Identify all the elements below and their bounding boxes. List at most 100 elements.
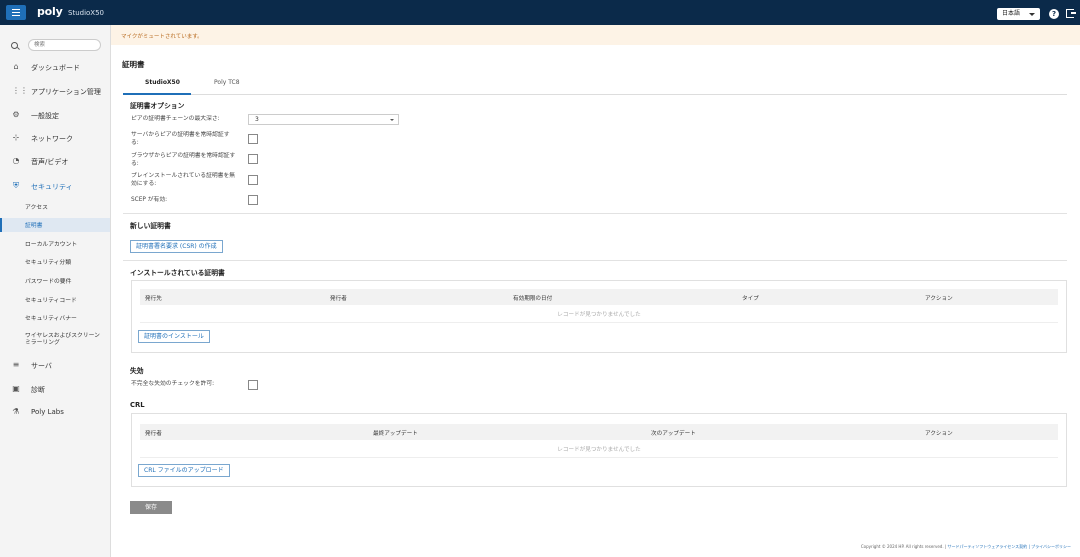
language-select[interactable]: 日本語 <box>997 8 1040 20</box>
incomplete-revocation-label: 不完全な失効のチェックを許可: <box>131 381 215 387</box>
revocation-title: 失効 <box>130 367 144 375</box>
disable-preinstalled-checkbox[interactable] <box>248 175 258 185</box>
gear-icon: ⚙ <box>12 110 20 119</box>
new-cert-title: 新しい証明書 <box>130 222 171 230</box>
column-header: アクション <box>925 431 953 437</box>
device-tabs: StudioX50 Poly TC8 <box>123 72 1067 95</box>
section-divider <box>123 260 1067 261</box>
grid-icon: ⋮⋮ <box>12 86 28 95</box>
search-box <box>6 38 102 52</box>
column-header: 有効期限の日付 <box>513 296 553 302</box>
server-verify-label: サーバからピアの証明書を常時認証する: <box>131 132 230 146</box>
sidebar-subitem-wireless-mirroring[interactable]: ワイヤレスおよびスクリーン ミラーリング <box>0 329 110 351</box>
column-header: 最終アップデート <box>373 431 418 437</box>
column-header: 発行者 <box>145 431 162 437</box>
save-button[interactable]: 保存 <box>130 501 172 514</box>
create-csr-button[interactable]: 証明書署名要求 (CSR) の作成 <box>130 240 223 253</box>
sidebar-subitem-security-banner[interactable]: セキュリティバナー <box>0 311 110 325</box>
sidebar-subitem-security-classification[interactable]: セキュリティ分類 <box>0 255 110 269</box>
home-icon: ⌂ <box>13 62 19 71</box>
crl-table-header: 発行者 最終アップデート 次のアップデート アクション <box>140 424 1058 440</box>
sidebar-item-app-management[interactable]: ⋮⋮ アプリケーション管理 <box>0 82 110 100</box>
sidebar-item-label: 音声/ビデオ <box>31 158 69 166</box>
sidebar-item-general-settings[interactable]: ⚙ 一般設定 <box>0 106 110 124</box>
active-tab-indicator <box>123 93 191 95</box>
installed-certs-table-header: 発行先 発行者 有効期限の日付 タイプ アクション <box>140 289 1058 305</box>
crl-title: CRL <box>130 401 145 409</box>
browser-verify-checkbox[interactable] <box>248 154 258 164</box>
subitem-label: ローカルアカウント <box>25 242 78 248</box>
server-verify-checkbox[interactable] <box>248 134 258 144</box>
sidebar-item-network[interactable]: ⊹ ネットワーク <box>0 129 110 147</box>
search-icon <box>11 42 18 49</box>
poly-logo: poly <box>37 5 63 18</box>
video-icon: ◔ <box>12 156 20 165</box>
search-input[interactable] <box>28 39 101 51</box>
mute-notice-banner: マイクがミュートされています。 <box>111 25 1080 45</box>
shield-icon: ⛨ <box>13 181 19 190</box>
subitem-label: セキュリティコード <box>25 298 77 304</box>
incomplete-revocation-checkbox[interactable] <box>248 380 258 390</box>
chain-depth-label: ピアの証明書チェーンの最大深さ: <box>131 116 220 122</box>
empty-message: レコードが見つかりませんでした <box>557 447 641 453</box>
subitem-label: セキュリティバナー <box>25 316 77 322</box>
tab-poly-tc8[interactable]: Poly TC8 <box>214 79 240 86</box>
install-cert-button[interactable]: 証明書のインストール <box>138 330 210 343</box>
subitem-label: セキュリティ分類 <box>25 260 72 266</box>
section-divider <box>123 213 1067 214</box>
column-header: 発行者 <box>330 296 347 302</box>
preinstalled-label: プレインストールされている証明書を無効にする: <box>131 173 236 187</box>
browser-verify-label: ブラウザからピアの証明書を常時認証する: <box>131 153 236 167</box>
flask-icon: ⚗ <box>12 407 20 416</box>
sidebar-item-label: 一般設定 <box>31 112 59 120</box>
subitem-label: 証明書 <box>25 223 43 229</box>
main-content: マイクがミュートされています。 証明書 StudioX50 Poly TC8 証… <box>111 25 1080 557</box>
sidebar-subitem-password-requirements[interactable]: パスワードの要件 <box>0 274 110 288</box>
footer-links[interactable]: サードパーティソフトウェアライセンス契約 | プライバシーポリシー <box>948 544 1072 549</box>
sidebar-item-diagnostics[interactable]: ▣ 診断 <box>0 380 110 398</box>
device-model: StudioX50 <box>68 9 104 17</box>
sidebar-item-label: 診断 <box>31 386 45 394</box>
tab-studiox50[interactable]: StudioX50 <box>145 79 180 86</box>
column-header: 発行先 <box>145 296 162 302</box>
empty-table-row: レコードが見つかりませんでした <box>140 440 1058 458</box>
chain-depth-select[interactable]: 3 <box>248 114 399 125</box>
upload-crl-button[interactable]: CRL ファイルのアップロード <box>138 464 230 477</box>
scep-enabled-checkbox[interactable] <box>248 195 258 205</box>
installed-certs-title: インストールされている証明書 <box>130 269 225 277</box>
footer: Copyright © 2024 HP. All rights reserved… <box>861 544 1071 550</box>
top-bar: poly StudioX50 日本語 ? <box>0 0 1080 25</box>
page-title: 証明書 <box>122 60 145 69</box>
column-header: タイプ <box>742 296 759 302</box>
sidebar-subitem-security-code[interactable]: セキュリティコード <box>0 293 110 307</box>
sidebar-item-label: サーバ <box>31 362 52 370</box>
help-icon[interactable]: ? <box>1049 9 1059 19</box>
empty-table-row: レコードが見つかりませんでした <box>140 305 1058 323</box>
sidebar-subitem-access[interactable]: アクセス <box>0 200 110 214</box>
logout-icon[interactable] <box>1066 9 1076 18</box>
sidebar-item-audio-video[interactable]: ◔ 音声/ビデオ <box>0 152 110 170</box>
subitem-label: パスワードの要件 <box>25 279 72 285</box>
sidebar-item-servers[interactable]: ≡ サーバ <box>0 356 110 374</box>
sidebar-item-poly-labs[interactable]: ⚗ Poly Labs <box>0 403 110 421</box>
installed-certs-panel: 発行先 発行者 有効期限の日付 タイプ アクション レコードが見つかりませんでし… <box>131 280 1067 353</box>
column-header: アクション <box>925 296 953 302</box>
sidebar-subitem-local-accounts[interactable]: ローカルアカウント <box>0 237 110 251</box>
subitem-label: ワイヤレスおよびスクリーン ミラーリング <box>25 333 100 346</box>
chevron-down-icon <box>390 119 394 121</box>
network-icon: ⊹ <box>12 133 20 142</box>
diagnostics-icon: ▣ <box>12 384 20 393</box>
scep-label: SCEP が有効: <box>131 197 168 203</box>
language-value: 日本語 <box>1002 10 1021 17</box>
sidebar-item-security[interactable]: ⛨ セキュリティ <box>0 177 110 195</box>
notice-text: マイクがミュートされています。 <box>121 34 203 40</box>
hamburger-menu-button[interactable] <box>6 5 26 20</box>
subitem-label: アクセス <box>25 205 48 211</box>
sidebar-item-dashboard[interactable]: ⌂ ダッシュボード <box>0 58 110 76</box>
sidebar-subitem-certificates[interactable]: 証明書 <box>0 218 110 232</box>
sidebar-item-label: ネットワーク <box>31 135 73 143</box>
chain-depth-value: 3 <box>255 116 259 123</box>
copyright-text: Copyright © 2024 HP. All rights reserved… <box>860 544 948 549</box>
caret-down-icon <box>1029 13 1035 16</box>
menu-icon <box>12 11 20 14</box>
